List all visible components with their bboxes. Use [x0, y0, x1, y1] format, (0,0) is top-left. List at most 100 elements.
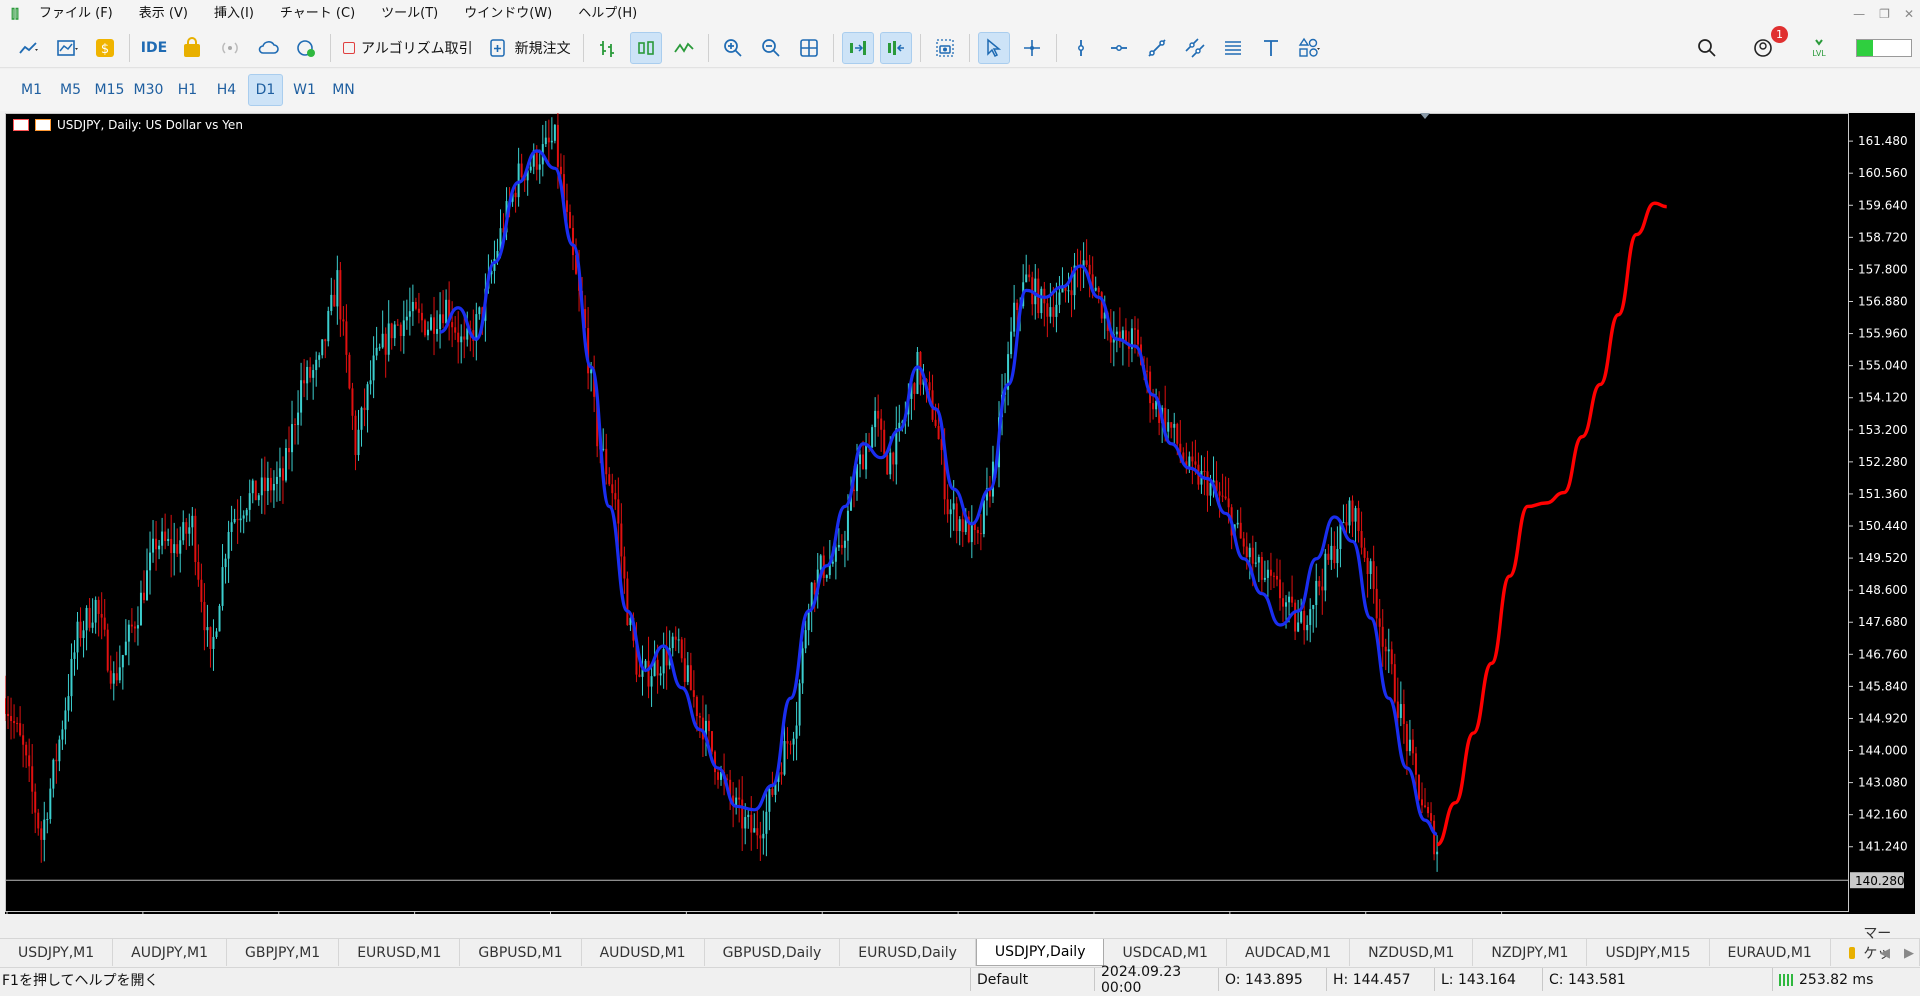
fibonacci-button[interactable] — [1217, 32, 1249, 64]
candle-body — [475, 314, 478, 342]
candlestick-button[interactable] — [629, 31, 662, 64]
lvl-button[interactable]: LVL — [1803, 32, 1835, 64]
horizontal-line-button[interactable] — [1103, 32, 1135, 64]
shapes-button[interactable] — [1293, 32, 1325, 64]
bar-chart-button[interactable] — [592, 32, 624, 64]
minimize-icon[interactable]: — — [1853, 0, 1865, 28]
status-connection[interactable]: 253.82 ms — [1772, 968, 1920, 991]
y-tick-label: 146.760 — [1858, 647, 1908, 661]
vps-button[interactable] — [252, 32, 284, 64]
timeframe-h4[interactable]: H4 — [209, 74, 244, 106]
chart-tab[interactable]: EURAUD,M1 — [1710, 939, 1831, 966]
timeframe-mn[interactable]: MN — [326, 74, 361, 106]
candle-body — [445, 299, 448, 324]
chart-tab[interactable]: EURUSD,Daily — [840, 939, 976, 966]
channel-button[interactable] — [1179, 32, 1211, 64]
candle-body — [786, 741, 789, 744]
search-button[interactable] — [1691, 32, 1723, 64]
menu-view[interactable]: 表示 (V) — [126, 0, 201, 28]
candle-body — [399, 324, 402, 337]
candle-body — [1136, 329, 1139, 345]
trendline-button[interactable] — [1141, 32, 1173, 64]
ide-button[interactable]: IDE — [138, 32, 170, 64]
new-chart-button[interactable] — [13, 32, 45, 64]
auto-scroll-button[interactable] — [841, 31, 874, 64]
candle-body — [206, 627, 209, 631]
timeframe-d1[interactable]: D1 — [248, 74, 283, 106]
timeframe-m5[interactable]: M5 — [53, 74, 88, 106]
chart-tab[interactable]: USDJPY,M1 — [0, 939, 114, 966]
status-profile[interactable]: Default — [970, 968, 1094, 991]
candle-body — [1324, 553, 1327, 591]
chart-tab[interactable]: USDCAD,M1 — [1104, 939, 1227, 966]
chart-tab[interactable]: GBPUSD,M1 — [460, 939, 582, 966]
timeframe-m1[interactable]: M1 — [14, 74, 49, 106]
menu-file[interactable]: ファイル (F) — [26, 0, 126, 28]
tab-scroll-right-icon[interactable]: ▶ — [1904, 946, 1914, 961]
candle-body — [1097, 287, 1100, 293]
timeframe-m30[interactable]: M30 — [131, 74, 166, 106]
signals-button[interactable] — [214, 32, 246, 64]
candle-body — [659, 673, 662, 676]
community-button[interactable] — [290, 32, 322, 64]
chart-shift-button[interactable] — [879, 31, 912, 64]
candle-body — [25, 744, 28, 756]
candle-body — [686, 665, 689, 682]
chart-templates-button[interactable] — [51, 32, 83, 64]
candle-body — [1224, 496, 1227, 499]
text-tool-button[interactable] — [1255, 32, 1287, 64]
chart-tab[interactable]: USDJPY,M15 — [1587, 939, 1710, 966]
account-button[interactable]: 1 — [1747, 26, 1788, 64]
separator — [129, 33, 130, 62]
chart-tab[interactable]: NZDJPY,M1 — [1473, 939, 1588, 966]
menu-window[interactable]: ウインドウ(W) — [451, 0, 565, 28]
price-chart[interactable]: 161.480 160.560 159.640 158.720 157.800 156.8… — [5, 113, 1915, 914]
candle-body — [1372, 561, 1375, 589]
screenshot-button[interactable] — [929, 32, 961, 64]
search-icon — [1698, 39, 1716, 57]
candle-body — [16, 723, 19, 725]
y-tick-label: 159.640 — [1858, 198, 1908, 212]
tile-windows-button[interactable] — [793, 32, 825, 64]
candle-body — [1263, 577, 1266, 580]
chart-tab[interactable]: EURUSD,M1 — [339, 939, 461, 966]
menu-tools[interactable]: ツール(T) — [368, 0, 451, 28]
candle-body — [1010, 331, 1013, 355]
chart-tab[interactable]: AUDCAD,M1 — [1227, 939, 1351, 966]
chart-tab[interactable]: AUDUSD,M1 — [582, 939, 705, 966]
candle-body — [1115, 331, 1118, 335]
new-order-button[interactable]: 新規注文 — [483, 32, 575, 64]
chart-tab[interactable]: GBPJPY,M1 — [227, 939, 340, 966]
timeframe-h1[interactable]: H1 — [170, 74, 205, 106]
chart-tab[interactable]: GBPUSD,Daily — [705, 939, 841, 966]
chart-tab[interactable]: AUDJPY,M1 — [113, 939, 228, 966]
timeframe-w1[interactable]: W1 — [287, 74, 322, 106]
candle-body — [937, 425, 940, 440]
close-icon[interactable]: ✕ — [1904, 0, 1914, 28]
chart-tab[interactable]: USDJPY,Daily — [975, 939, 1105, 966]
chart-menu-icon[interactable] — [13, 119, 29, 131]
candle-body — [1266, 569, 1269, 578]
candle-body — [1369, 561, 1372, 575]
candle-body — [454, 327, 457, 333]
algo-trading-button[interactable]: アルゴリズム取引 — [339, 32, 477, 64]
menu-help[interactable]: ヘルプ(H) — [565, 0, 650, 28]
y-tick-label: 144.000 — [1858, 744, 1908, 758]
candle-body — [318, 355, 321, 360]
tab-scroll-left-icon[interactable]: ◀ — [1880, 946, 1890, 961]
candle-body — [306, 366, 309, 384]
chart-tab[interactable]: NZDUSD,M1 — [1350, 939, 1474, 966]
menu-insert[interactable]: 挿入(I) — [201, 0, 267, 28]
trading-button[interactable]: $ — [89, 32, 121, 64]
vertical-line-button[interactable] — [1065, 32, 1097, 64]
zoom-out-button[interactable] — [755, 32, 787, 64]
zoom-in-button[interactable] — [717, 32, 749, 64]
crosshair-button[interactable] — [1016, 32, 1048, 64]
line-chart-button[interactable] — [668, 32, 700, 64]
chart-window[interactable]: USDJPY, Daily: US Dollar vs Yen 161.480 1… — [5, 113, 1915, 914]
menu-chart[interactable]: チャート (C) — [267, 0, 368, 28]
restore-icon[interactable]: ❐ — [1879, 0, 1890, 28]
cursor-tool-button[interactable] — [977, 31, 1010, 64]
market-button[interactable] — [176, 32, 208, 64]
timeframe-m15[interactable]: M15 — [92, 74, 127, 106]
